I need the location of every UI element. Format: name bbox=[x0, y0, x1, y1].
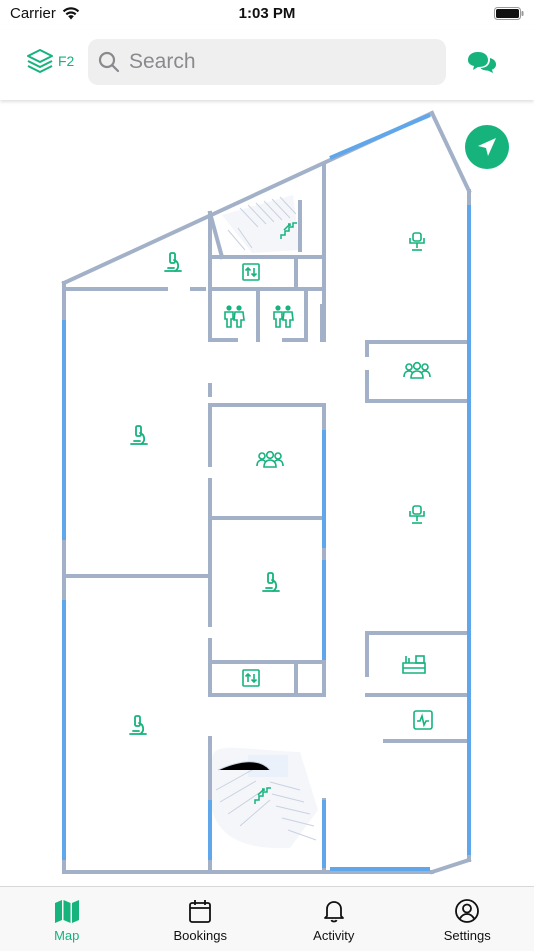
floor-map[interactable] bbox=[0, 100, 534, 886]
search-bar[interactable] bbox=[88, 39, 446, 85]
tab-bar: Map Bookings Activity Settings bbox=[0, 886, 534, 951]
locate-me-button[interactable] bbox=[465, 125, 509, 169]
tab-bookings-label: Bookings bbox=[174, 928, 227, 943]
tab-activity-label: Activity bbox=[313, 928, 354, 943]
top-bar: F2 bbox=[0, 30, 534, 100]
tab-map[interactable]: Map bbox=[0, 887, 134, 951]
tab-map-label: Map bbox=[54, 928, 79, 943]
bell-icon bbox=[321, 898, 347, 924]
floor-selector-button[interactable]: F2 bbox=[26, 48, 74, 74]
search-icon bbox=[97, 50, 121, 74]
tab-settings[interactable]: Settings bbox=[401, 887, 534, 951]
chat-button[interactable] bbox=[466, 50, 498, 79]
floor-label: F2 bbox=[58, 53, 74, 69]
battery-icon bbox=[494, 7, 524, 20]
layers-icon bbox=[26, 48, 54, 74]
status-bar: Carrier 1:03 PM bbox=[0, 0, 534, 30]
search-input[interactable] bbox=[127, 49, 431, 75]
map-icon bbox=[53, 898, 81, 924]
calendar-icon bbox=[187, 898, 213, 924]
status-time: 1:03 PM bbox=[0, 5, 534, 22]
chat-bubbles-icon bbox=[466, 50, 498, 74]
location-arrow-icon bbox=[476, 136, 498, 158]
floor-plan bbox=[0, 100, 534, 886]
tab-settings-label: Settings bbox=[444, 928, 491, 943]
tab-activity[interactable]: Activity bbox=[267, 887, 401, 951]
tab-bookings[interactable]: Bookings bbox=[134, 887, 268, 951]
user-circle-icon bbox=[454, 898, 480, 924]
